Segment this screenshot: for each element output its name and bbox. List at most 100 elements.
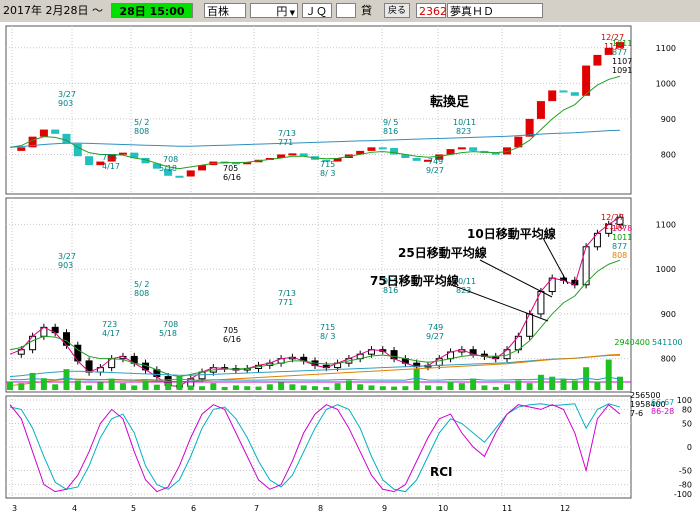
x-tick-label: 10 — [438, 504, 448, 513]
volume-bar — [458, 383, 465, 390]
p2-y-tick-label: 1100 — [656, 220, 676, 229]
volume-bar — [504, 384, 511, 390]
volume-bar — [153, 384, 160, 390]
renko-bar — [186, 170, 195, 177]
volume-bar — [560, 378, 567, 390]
empty-field[interactable] — [336, 3, 356, 18]
p1-right-1107: 1107 — [612, 57, 632, 66]
rci-y-tick-label: 100 — [677, 396, 692, 405]
p1-y-tick-label: 1100 — [656, 44, 676, 53]
renko-bar — [457, 147, 466, 150]
end-date-field[interactable]: 28日 15:00 — [111, 3, 193, 18]
volume-bar — [74, 380, 81, 390]
volume-bar — [357, 384, 364, 390]
back-button[interactable]: 戻る — [384, 3, 410, 18]
rci-right-86-28: 86-28 — [651, 407, 674, 416]
volume-bar — [63, 369, 70, 390]
annotation-ma10: 10日移動平均線 — [467, 226, 556, 241]
label-816: 816 — [383, 127, 398, 136]
volume-bar — [165, 382, 172, 390]
volume-bar — [142, 380, 149, 390]
volume-bar — [605, 359, 612, 390]
code-field[interactable]: 2362 — [416, 3, 447, 18]
label-3-27: 3/27 — [58, 90, 76, 99]
p1-right-1091: 1091 — [612, 66, 632, 75]
p2-y-tick-label: 1000 — [656, 265, 676, 274]
p2-label-705: 705 — [223, 326, 238, 335]
volume-bar — [199, 386, 206, 390]
vol-right-541100: 541100 — [652, 338, 683, 347]
rci-right-66-67: 66-67 — [651, 398, 674, 407]
volume-bar — [86, 385, 93, 390]
volume-bar — [244, 386, 251, 390]
renko-bar — [378, 147, 387, 150]
volume-bar — [18, 383, 25, 390]
renko-bar — [559, 90, 568, 93]
volume-bar — [379, 386, 386, 390]
p2-y-tick-label: 900 — [661, 310, 676, 319]
label-7-13: 7/13 — [278, 129, 296, 138]
volume-bar — [119, 383, 126, 390]
label-715: 715 — [320, 160, 335, 169]
toolbar: 2017年 2月28日 ～ 28日 15:00 百株 円 ▼ ＪＱ 貸 戻る 2… — [0, 0, 700, 23]
p2-label-3-27: 3/27 — [58, 252, 76, 261]
p2-label-749: 749 — [428, 323, 443, 332]
p2-label-8-3: 8/ 3 — [320, 332, 335, 341]
p2-label-715: 715 — [320, 323, 335, 332]
p2-label-903: 903 — [58, 261, 73, 270]
label-771: 771 — [278, 138, 293, 147]
label-8-3: 8/ 3 — [320, 169, 335, 178]
lot-field[interactable]: 百株 — [204, 3, 246, 18]
volume-bar — [368, 385, 375, 390]
company-field[interactable]: 夢真ＨＤ — [447, 3, 543, 18]
period-label: 2017年 2月28日 ～ — [3, 4, 103, 17]
volume-bar — [29, 372, 36, 390]
renko-bar — [412, 158, 421, 161]
renko-bar — [525, 118, 534, 137]
volume-bar — [266, 384, 273, 390]
renko-bar — [536, 101, 545, 119]
x-tick-label: 3 — [12, 504, 17, 513]
p2-label-771: 771 — [278, 298, 293, 307]
p1-y-tick-label: 800 — [661, 150, 676, 159]
volume-bar — [345, 380, 352, 390]
volume-bar — [447, 381, 454, 390]
market-field[interactable]: ＪＱ — [302, 3, 332, 18]
volume-bar — [391, 386, 398, 390]
p2-label-6-16: 6/16 — [223, 335, 241, 344]
volume-bar — [7, 381, 13, 390]
p2-label-808: 808 — [134, 289, 149, 298]
x-tick-label: 11 — [502, 504, 512, 513]
unit-value: 円 — [276, 5, 288, 18]
volume-bar — [323, 386, 330, 390]
x-tick-label: 5 — [131, 504, 136, 513]
p2-right-1078: 1078 — [612, 224, 632, 233]
chart-background — [0, 22, 700, 531]
label-5-18: 5/18 — [159, 164, 177, 173]
volume-bar — [131, 385, 138, 390]
volume-bar — [52, 384, 59, 390]
volume-bar — [424, 385, 431, 390]
rci-y-tick-label: 80 — [682, 405, 692, 414]
renko-bar — [469, 147, 478, 151]
p2-label-5-2: 5/ 2 — [134, 280, 149, 289]
p2-label-9-27: 9/27 — [426, 332, 444, 341]
p1-right-877: 877 — [612, 48, 627, 57]
label-808: 808 — [134, 127, 149, 136]
label-5-2: 5/ 2 — [134, 118, 149, 127]
p2-right-808: 808 — [612, 251, 627, 260]
rci-y-tick-label: 0 — [687, 443, 692, 452]
x-tick-label: 8 — [318, 504, 323, 513]
p2-label-708: 708 — [163, 320, 178, 329]
volume-bar — [571, 380, 578, 390]
annotation-rci: RCI — [430, 465, 453, 479]
volume-bar — [97, 382, 104, 390]
chart-area: 3/27 903 4/17 723 5/ 2 808 5/18 708 705 … — [0, 22, 700, 531]
label-823: 823 — [456, 127, 471, 136]
label-10-11: 10/11 — [453, 118, 476, 127]
unit-select[interactable]: 円 ▼ — [250, 3, 298, 18]
p2-label-4-17: 4/17 — [102, 329, 120, 338]
volume-bar — [40, 378, 47, 390]
loan-label: 貸 — [361, 4, 372, 17]
label-749: 749 — [428, 157, 443, 166]
